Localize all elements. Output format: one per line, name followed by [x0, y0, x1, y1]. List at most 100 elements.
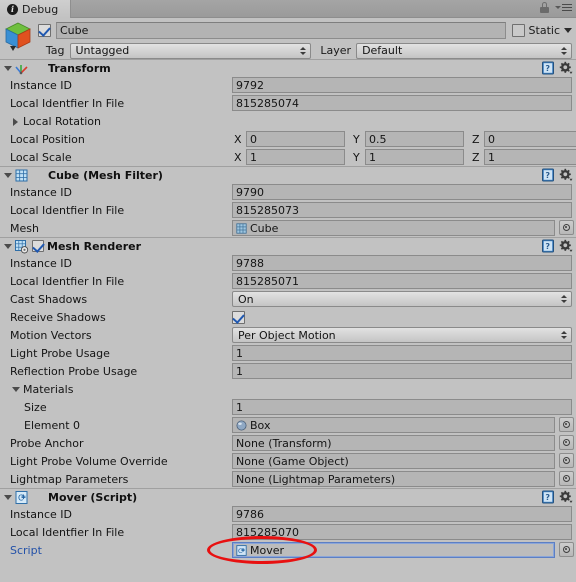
field-area: 815285074: [232, 95, 572, 111]
transform-gizmo-icon: [14, 61, 32, 76]
property-value-input[interactable]: 815285073: [232, 202, 572, 218]
property-label: Local Position: [10, 132, 85, 146]
foldout-arrow-icon[interactable]: [10, 116, 21, 127]
field-area: 9792: [232, 77, 572, 93]
foldout-arrow-icon[interactable]: [10, 384, 21, 395]
foldout-arrow-icon[interactable]: [2, 170, 13, 181]
field-area: 9786: [232, 506, 572, 522]
static-toggle-group[interactable]: Static: [511, 24, 572, 37]
gameobject-header: Cube Static Tag Untagged Layer Default: [0, 18, 576, 59]
property-value-input[interactable]: 1: [232, 345, 572, 361]
property-row: Light Probe Volume Override None (Game Ob…: [0, 452, 576, 470]
gear-icon: [559, 490, 573, 503]
property-checkbox[interactable]: [232, 310, 245, 324]
property-row: Element 0 Box: [0, 416, 576, 434]
component-header-transform[interactable]: Transform?: [0, 60, 576, 76]
help-icon[interactable]: ?: [541, 490, 555, 504]
object-picker-button[interactable]: [559, 435, 574, 450]
components-list: Transform? Instance ID 9792 Local Identfier…: [0, 59, 576, 559]
csharp-script-icon: C: [14, 490, 32, 505]
layer-label: Layer: [320, 44, 352, 57]
hamburger-menu-icon[interactable]: [555, 3, 572, 12]
tag-dropdown[interactable]: Untagged: [69, 42, 311, 59]
object-picker-button[interactable]: [559, 220, 574, 235]
property-label: Script: [10, 543, 42, 557]
property-label: Instance ID: [10, 507, 72, 521]
axis-value-input[interactable]: 0: [246, 131, 345, 147]
component-header-mover-script[interactable]: C Mover (Script)?: [0, 489, 576, 505]
field-area: On: [232, 291, 572, 307]
vector3-axis: Z1: [470, 149, 576, 165]
component-header-mesh-filter[interactable]: Cube (Mesh Filter)?: [0, 167, 576, 183]
component-mover-script: C Mover (Script)? Instance ID 9786 Local Ide…: [0, 488, 576, 559]
axis-value-input[interactable]: 1: [246, 149, 345, 165]
object-field[interactable]: None (Transform): [232, 435, 555, 451]
foldout-arrow-icon[interactable]: [2, 63, 13, 74]
property-value-input[interactable]: 9788: [232, 255, 572, 271]
property-value-input[interactable]: 9786: [232, 506, 572, 522]
component-title-mesh-filter: Cube (Mesh Filter): [48, 168, 163, 182]
gameobject-enabled-checkbox[interactable]: [38, 24, 51, 37]
property-dropdown[interactable]: On: [232, 291, 572, 307]
foldout-row[interactable]: Local Rotation: [0, 115, 228, 128]
info-icon: i: [7, 3, 18, 15]
help-icon[interactable]: ?: [541, 239, 555, 253]
component-header-mesh-renderer[interactable]: Mesh Renderer?: [0, 238, 576, 254]
gear-icon[interactable]: [559, 239, 573, 253]
object-picker-button[interactable]: [559, 453, 574, 468]
object-picker-button[interactable]: [559, 417, 574, 432]
property-dropdown[interactable]: Per Object Motion: [232, 327, 572, 343]
chevron-updown-icon: [561, 331, 567, 339]
property-value-input[interactable]: 815285074: [232, 95, 572, 111]
gameobject-name-input[interactable]: Cube: [56, 22, 506, 39]
object-picker-button[interactable]: [559, 471, 574, 486]
object-field[interactable]: Box: [232, 417, 555, 433]
property-row: Mesh Cube: [0, 219, 576, 237]
property-label: Light Probe Usage: [10, 346, 110, 360]
axis-value-input[interactable]: 1: [484, 149, 576, 165]
help-icon[interactable]: ?: [541, 61, 555, 75]
property-label: Reflection Probe Usage: [10, 364, 138, 378]
foldout-arrow-icon[interactable]: [2, 241, 13, 252]
object-field[interactable]: C Mover: [232, 542, 555, 558]
property-value-input[interactable]: 9792: [232, 77, 572, 93]
foldout-row[interactable]: Materials: [0, 383, 228, 396]
lock-icon[interactable]: [540, 2, 549, 13]
object-field[interactable]: Cube: [232, 220, 555, 236]
object-field[interactable]: None (Game Object): [232, 453, 555, 469]
chevron-down-icon[interactable]: [564, 28, 572, 33]
tab-debug[interactable]: i Debug: [0, 0, 72, 18]
component-enabled-checkbox-mesh-renderer[interactable]: [32, 240, 44, 252]
object-field[interactable]: None (Lightmap Parameters): [232, 471, 555, 487]
property-value-input[interactable]: 9790: [232, 184, 572, 200]
property-value-input[interactable]: 1: [232, 363, 572, 379]
property-value-input[interactable]: 815285071: [232, 273, 572, 289]
svg-text:?: ?: [545, 171, 550, 180]
axis-value-input[interactable]: 1: [365, 149, 464, 165]
field-area: [232, 309, 572, 325]
property-label: Lightmap Parameters: [10, 472, 129, 486]
vector3-axis: X0: [232, 131, 351, 147]
help-icon[interactable]: ?: [541, 168, 555, 182]
property-row: Lightmap Parameters None (Lightmap Parame…: [0, 470, 576, 488]
gear-icon[interactable]: [559, 168, 573, 182]
gear-icon[interactable]: [559, 490, 573, 504]
property-value-input[interactable]: 815285070: [232, 524, 572, 540]
gear-icon[interactable]: [559, 61, 573, 75]
object-picker-button[interactable]: [559, 542, 574, 557]
material-asset-icon: [236, 420, 247, 430]
property-value-input[interactable]: 1: [232, 399, 572, 415]
component-header-icons: ?: [541, 239, 573, 253]
axis-value-input[interactable]: 0: [484, 131, 576, 147]
static-checkbox[interactable]: [511, 24, 525, 37]
property-label: Receive Shadows: [10, 310, 106, 324]
property-label: Local Identfier In File: [10, 274, 125, 288]
layer-dropdown[interactable]: Default: [356, 42, 572, 59]
axis-value-input[interactable]: 0.5: [365, 131, 464, 147]
property-row: Local Identfier In File 815285073: [0, 201, 576, 219]
component-header-icons: ?: [541, 168, 573, 182]
field-area: 1: [232, 345, 572, 361]
svg-text:?: ?: [545, 64, 550, 73]
foldout-arrow-icon[interactable]: [2, 492, 13, 503]
axis-label: Z: [472, 150, 480, 164]
